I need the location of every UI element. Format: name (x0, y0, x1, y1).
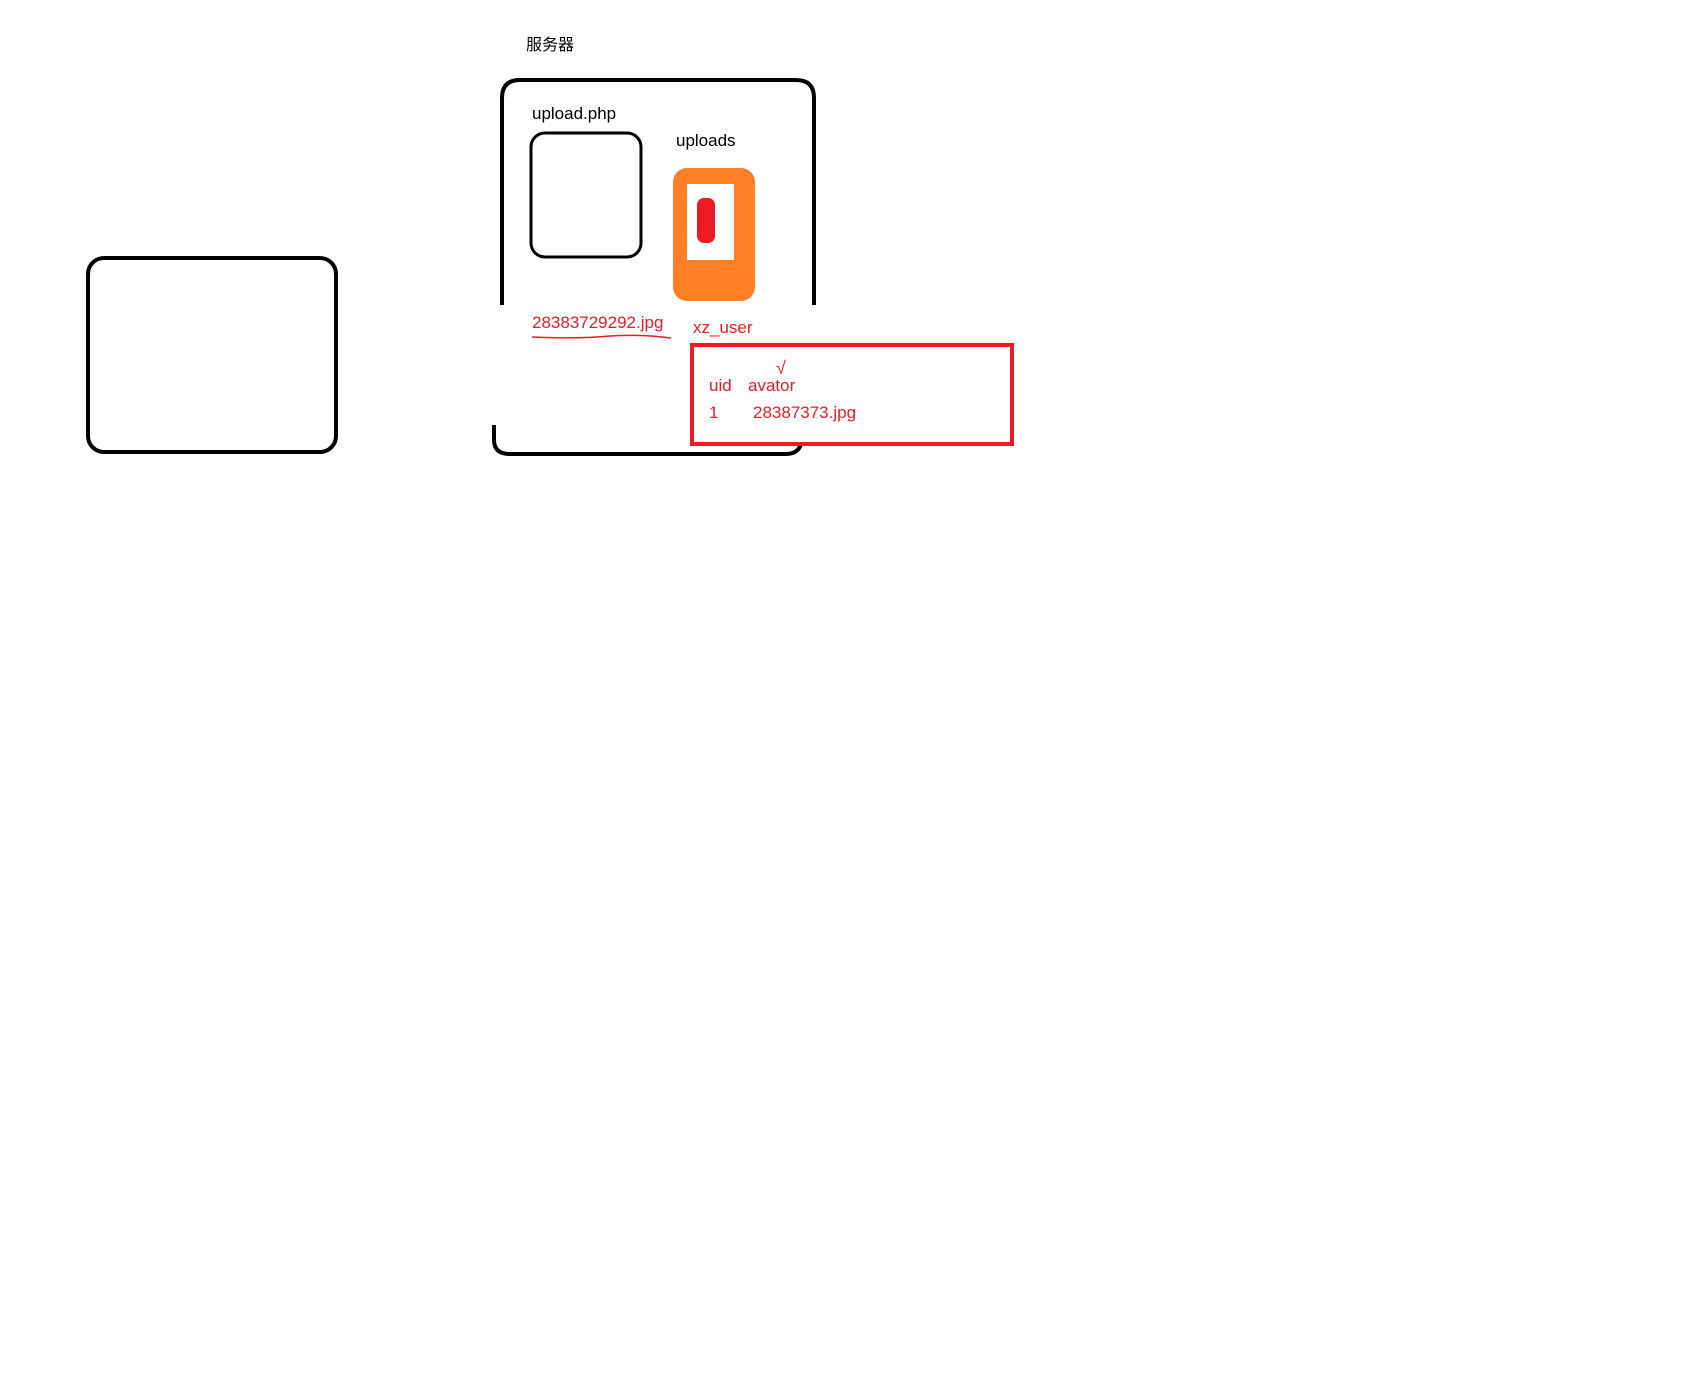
upload-php-box (529, 131, 643, 259)
server-title: 服务器 (526, 36, 574, 54)
client-box (86, 256, 338, 454)
uploaded-file-marker (697, 198, 715, 243)
filename-underline (531, 334, 672, 339)
upload-filename: 28383729292.jpg (532, 313, 663, 332)
script-label: upload.php (532, 104, 616, 123)
whiteboard-canvas: 服务器 upload.php uploads 28383729292.jpg x… (86, 36, 1014, 456)
column-header-avator: avator (748, 376, 796, 395)
row-uid-cell: 1 (709, 403, 718, 422)
row-avator-cell: 28387373.jpg (753, 403, 856, 422)
db-table-box (690, 343, 1014, 446)
folder-label: uploads (676, 131, 736, 150)
table-name: xz_user (693, 318, 753, 337)
check-mark: √ (776, 358, 786, 378)
column-header-uid: uid (709, 376, 732, 395)
